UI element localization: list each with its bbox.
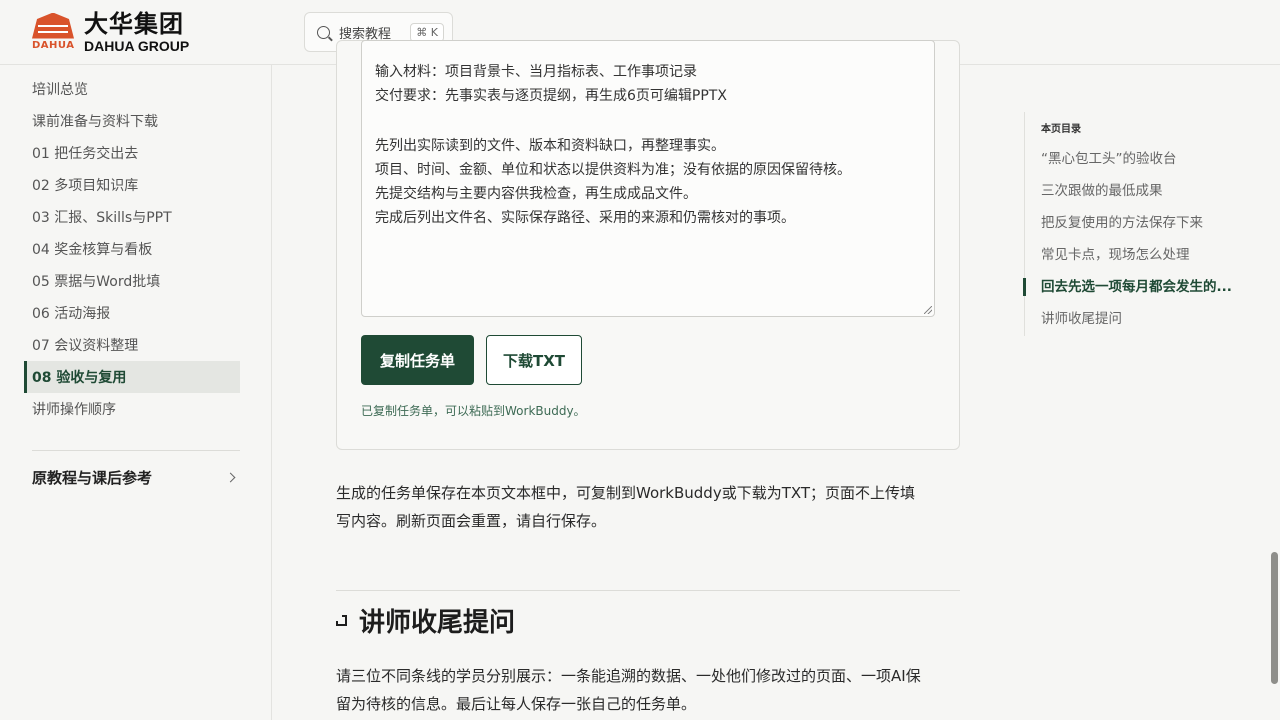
- sidebar-item-06[interactable]: 06 活动海报: [24, 297, 240, 329]
- sidebar-item-overview[interactable]: 培训总览: [24, 73, 240, 105]
- toc-item[interactable]: 把反复使用的方法保存下来: [1041, 213, 1241, 233]
- task-line: 输入材料：项目背景卡、当月指标表、工作事项记录: [375, 64, 697, 80]
- sidebar-section-label: 原教程与课后参考: [32, 468, 153, 487]
- logo-chinese-name: 大华集团: [84, 10, 184, 38]
- sidebar-item-prep[interactable]: 课前准备与资料下载: [24, 105, 240, 137]
- logo-small-text: DAHUA: [32, 39, 75, 51]
- section-divider: [336, 590, 960, 591]
- task-line: 交付要求：先事实表与逐页提纲，再生成6页可编辑PPTX: [375, 88, 727, 104]
- toc-item[interactable]: 常见卡点，现场怎么处理: [1041, 245, 1241, 265]
- storage-note-line: 生成的任务单保存在本页文本框中，可复制到WorkBuddy或下载为TXT；页面不…: [336, 484, 916, 502]
- sidebar-section-references[interactable]: 原教程与课后参考: [32, 465, 240, 489]
- sidebar-item-07[interactable]: 07 会议资料整理: [24, 329, 240, 361]
- storage-note: 生成的任务单保存在本页文本框中，可复制到WorkBuddy或下载为TXT；页面不…: [336, 479, 960, 535]
- sidebar-item-instructor[interactable]: 讲师操作顺序: [24, 393, 240, 425]
- copy-status-message: 已复制任务单，可以粘贴到WorkBuddy。: [361, 404, 586, 418]
- section-heading: 讲师收尾提问: [336, 600, 515, 640]
- toc-active-indicator: [1023, 278, 1026, 296]
- company-logo[interactable]: DAHUA 大华集团 DAHUA GROUP: [32, 12, 189, 53]
- sidebar-item-08-active[interactable]: 08 验收与复用: [24, 361, 240, 393]
- closing-line: 留为待核的信息。最后让每人保存一张自己的任务单。: [336, 695, 697, 713]
- task-line: 先提交结构与主要内容供我检查，再生成成品文件。: [375, 186, 697, 202]
- closing-line: 请三位不同条线的学员分别展示：一条能追溯的数据、一处他们修改过的页面、一项AI保: [336, 667, 921, 685]
- search-label: 搜索教程: [339, 26, 392, 42]
- toc-rail: [1024, 112, 1025, 336]
- page-scrollbar[interactable]: [1271, 552, 1278, 684]
- sidebar-item-03[interactable]: 03 汇报、Skills与PPT: [24, 201, 240, 233]
- heading-anchor-icon: [336, 614, 347, 626]
- sidebar-nav: 培训总览 课前准备与资料下载 01 把任务交出去 02 多项目知识库 03 汇报…: [0, 65, 272, 720]
- toc-title: 本页目录: [1041, 124, 1081, 135]
- toc-item-active[interactable]: 回去先选一项每月都会发生的...: [1041, 277, 1241, 297]
- toc-item[interactable]: 三次跟做的最低成果: [1041, 181, 1241, 201]
- sidebar-item-01[interactable]: 01 把任务交出去: [24, 137, 240, 169]
- search-shortcut-badge: ⌘ K: [410, 22, 444, 42]
- toc-item[interactable]: “黑心包工头”的验收台: [1041, 149, 1241, 169]
- logo-english-name: DAHUA GROUP: [84, 38, 190, 54]
- task-line: 项目、时间、金额、单位和状态以提供资料为准；没有依据的原因保留待核。: [375, 162, 851, 178]
- resize-handle-icon[interactable]: [924, 306, 932, 314]
- task-line: 完成后列出文件名、实际保存路径、采用的来源和仍需核对的事项。: [375, 210, 795, 226]
- logo-mark-icon: DAHUA: [32, 12, 75, 53]
- sidebar-divider: [32, 450, 240, 451]
- copy-task-button[interactable]: 复制任务单: [361, 335, 474, 385]
- section-heading-text: 讲师收尾提问: [359, 607, 516, 638]
- download-txt-button[interactable]: 下载TXT: [486, 335, 582, 385]
- task-textarea[interactable]: 输入材料：项目背景卡、当月指标表、工作事项记录 交付要求：先事实表与逐页提纲，再…: [361, 40, 935, 317]
- sidebar-item-04[interactable]: 04 奖金核算与看板: [24, 233, 240, 265]
- task-line: 先列出实际读到的文件、版本和资料缺口，再整理事实。: [375, 138, 725, 154]
- storage-note-line: 写内容。刷新页面会重置，请自行保存。: [336, 512, 607, 530]
- chevron-right-icon: [225, 472, 236, 482]
- sidebar-item-05[interactable]: 05 票据与Word批填: [24, 265, 240, 297]
- sidebar-item-02[interactable]: 02 多项目知识库: [24, 169, 240, 201]
- closing-paragraph: 请三位不同条线的学员分别展示：一条能追溯的数据、一处他们修改过的页面、一项AI保…: [336, 662, 960, 718]
- toc-item[interactable]: 讲师收尾提问: [1041, 309, 1241, 329]
- search-icon: [317, 25, 330, 39]
